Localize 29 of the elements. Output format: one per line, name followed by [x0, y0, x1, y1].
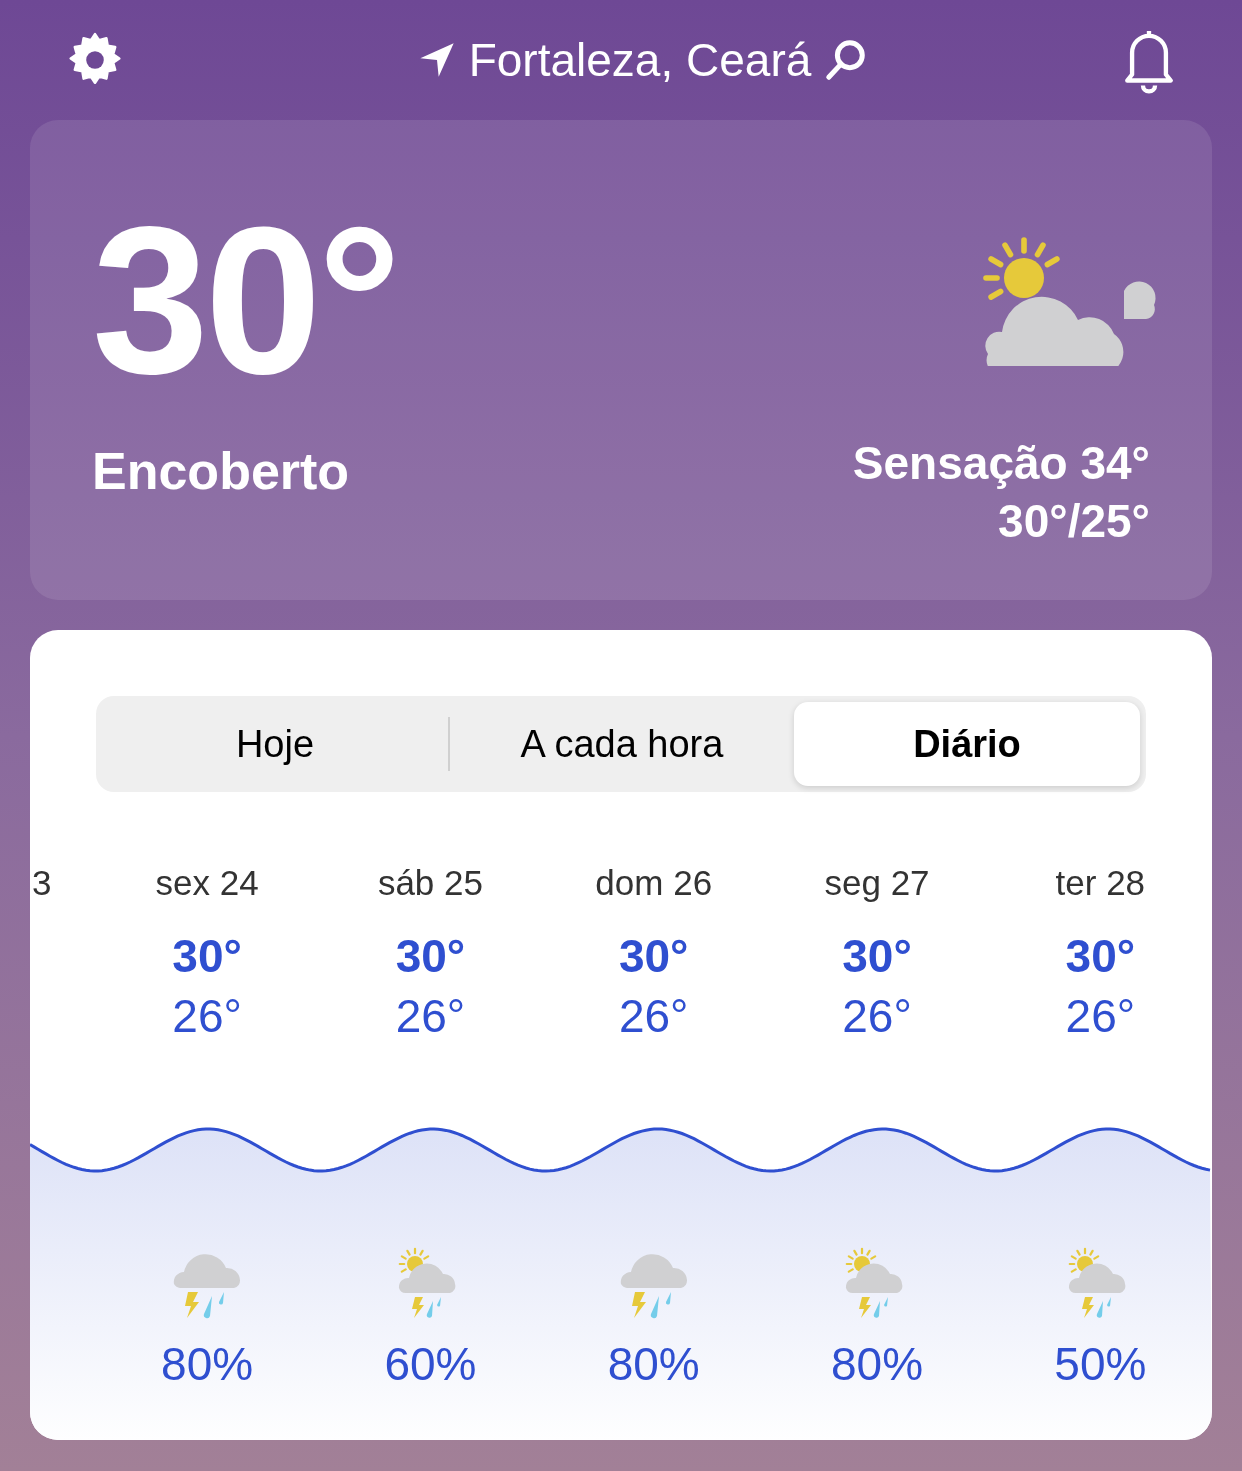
- feels-like-label: Sensação 34°: [852, 436, 1150, 491]
- segment-tab[interactable]: Diário: [794, 702, 1140, 786]
- high-temperature: 30°: [842, 929, 912, 984]
- rain-chance: 50%: [1054, 1337, 1147, 1392]
- day-label: 3: [32, 862, 53, 904]
- segment-tab[interactable]: A cada hora: [450, 702, 794, 786]
- high-temperature: 30°: [1065, 929, 1136, 984]
- low-temperature: 26°: [842, 989, 912, 1044]
- high-low-label: 30°/25°: [998, 494, 1150, 549]
- rain-chance: 80%: [161, 1337, 254, 1392]
- high-temperature: 30°: [172, 929, 242, 984]
- high-temperature: 30°: [618, 929, 689, 984]
- low-temperature: 26°: [618, 989, 689, 1044]
- condition-label: Encoberto: [92, 441, 351, 502]
- current-temperature: 30°: [92, 216, 398, 386]
- day-label: ter 28: [1055, 862, 1146, 904]
- high-temperature: 30°: [395, 929, 466, 984]
- day-label: dom 26: [595, 862, 713, 904]
- segment-tab[interactable]: Hoje: [102, 702, 448, 786]
- day-label: seg 27: [824, 862, 930, 904]
- rain-chance: 80%: [607, 1337, 700, 1392]
- low-temperature: 26°: [1065, 989, 1136, 1044]
- low-temperature: 26°: [172, 989, 242, 1044]
- day-label: sex 24: [155, 862, 259, 904]
- day-label: sáb 25: [377, 862, 483, 904]
- rain-chance: 60%: [384, 1337, 477, 1392]
- low-temperature: 26°: [395, 989, 466, 1044]
- location-name[interactable]: Fortaleza, Ceará: [468, 37, 812, 83]
- rain-chance: 80%: [831, 1337, 924, 1392]
